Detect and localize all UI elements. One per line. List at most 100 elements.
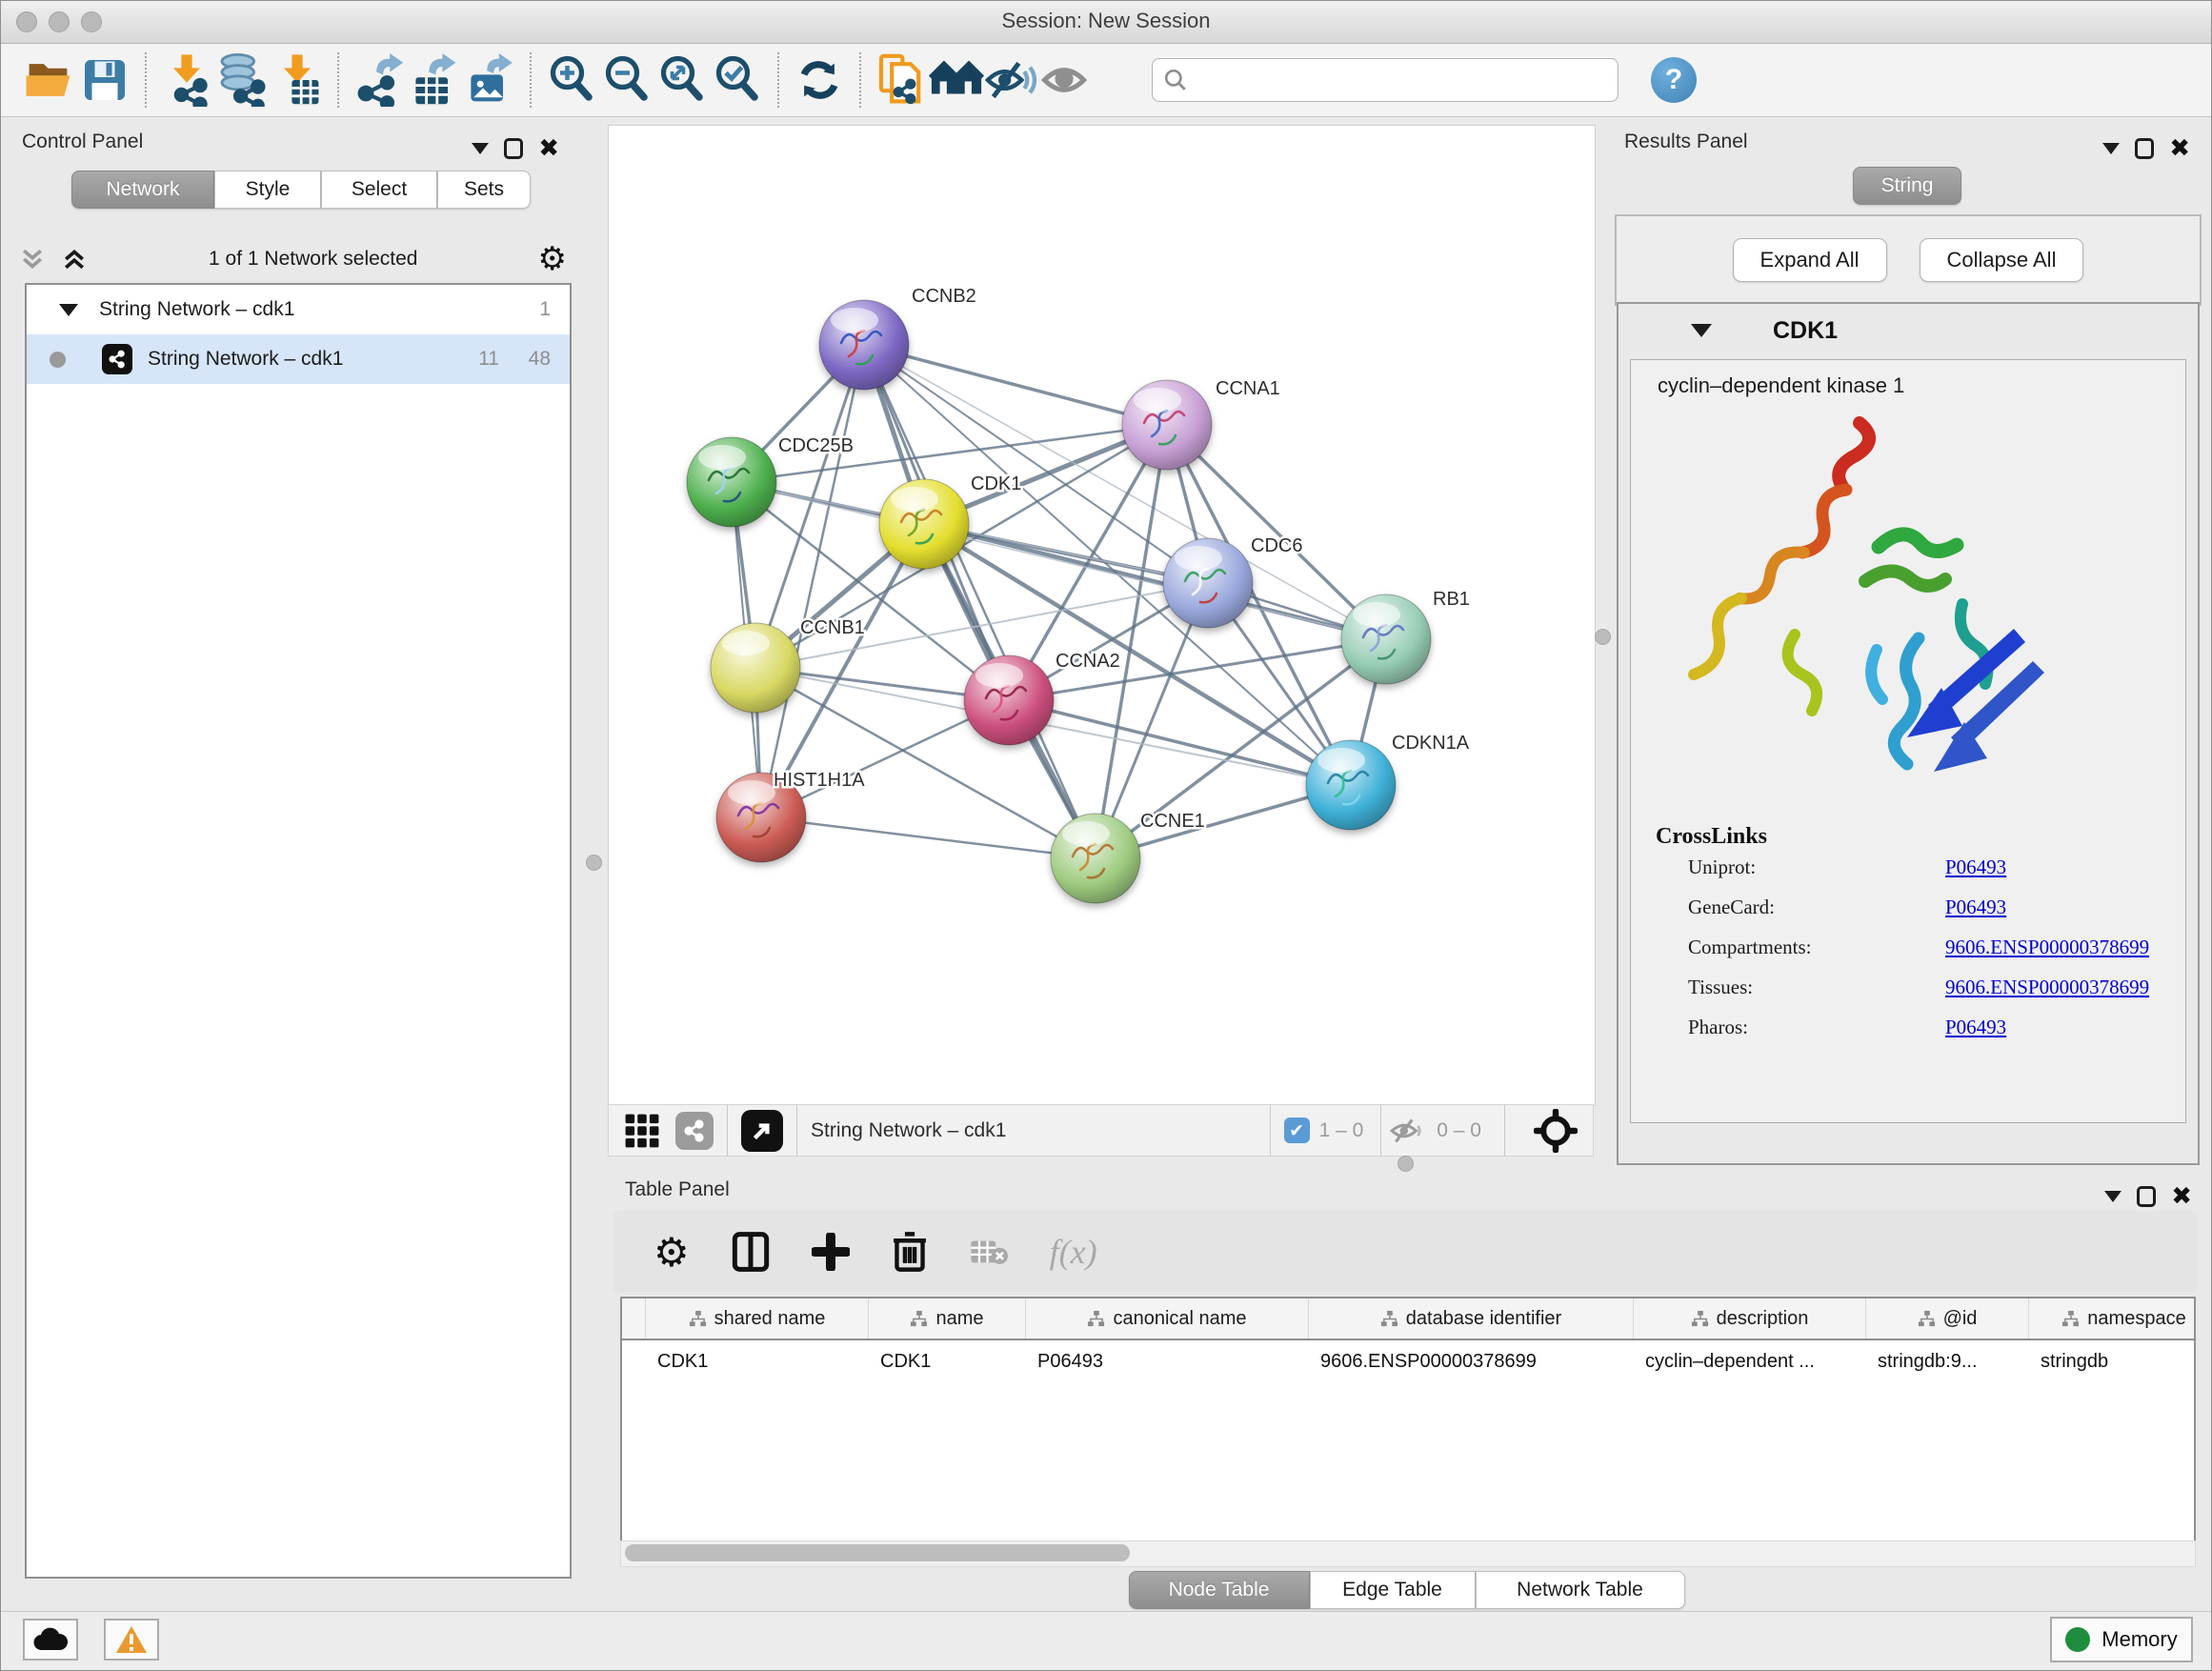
maximize-window-icon[interactable] [81,11,102,32]
export-image-button[interactable] [462,51,517,109]
network-node[interactable] [879,479,969,569]
help-button[interactable]: ? [1651,57,1697,103]
left-splitter-handle[interactable] [586,855,602,871]
open-session-button[interactable] [22,51,77,109]
panel-close-icon[interactable]: ✖ [2171,1186,2192,1207]
network-node[interactable] [1051,814,1140,903]
tree-expander-icon[interactable] [59,304,78,316]
column-header[interactable]: description [1634,1299,1866,1339]
delete-column-icon[interactable] [892,1231,928,1273]
collapse-all-icon[interactable] [18,245,47,273]
fit-selected-crosshair-icon[interactable] [1534,1109,1578,1153]
network-edge[interactable] [864,345,1096,858]
grid-view-icon[interactable] [624,1113,660,1149]
tab-network-table[interactable]: Network Table [1476,1571,1685,1609]
network-edge[interactable] [761,345,864,817]
cloud-status-button[interactable] [23,1619,78,1661]
tab-select[interactable]: Select [321,171,437,209]
table-cell[interactable]: 9606.ENSP00000378699 [1309,1340,1634,1382]
crosslink-compartments[interactable]: 9606.ENSP00000378699 [1945,936,2149,959]
export-network-button[interactable] [352,51,407,109]
table-cell[interactable]: CDK1 [869,1340,1026,1382]
add-column-icon[interactable] [812,1233,850,1271]
network-row[interactable]: String Network – cdk1 11 48 [27,334,570,384]
horizontal-splitter-handle[interactable] [1398,1156,1414,1172]
network-options-gear-icon[interactable]: ⚙ [538,240,567,278]
column-header[interactable]: namespace [2029,1299,2196,1339]
network-node[interactable] [687,437,776,527]
zoom-selected-button[interactable] [710,51,765,109]
crosslink-genecard[interactable]: P06493 [1945,896,2006,919]
window-controls[interactable] [16,11,102,32]
right-splitter-handle[interactable] [1595,629,1611,645]
first-neighbors-button[interactable] [929,51,984,109]
column-header[interactable]: shared name [646,1299,869,1339]
warning-status-button[interactable] [104,1619,159,1661]
tab-style[interactable]: Style [214,171,321,209]
gene-card-header[interactable]: CDK1 [1619,304,2198,357]
panel-undock-icon[interactable] [504,138,523,159]
crosslink-uniprot[interactable]: P06493 [1945,856,2006,879]
crosslink-pharos[interactable]: P06493 [1945,1016,2006,1039]
panel-float-icon[interactable] [2104,1191,2122,1202]
memory-button[interactable]: Memory [2050,1617,2193,1662]
save-session-button[interactable] [77,51,132,109]
network-canvas[interactable]: CCNB2CCNA1CDC25BCDK1CDC6RB1CCNB1CCNA2CDK… [608,125,1596,1106]
column-header[interactable]: database identifier [1309,1299,1634,1339]
network-node[interactable] [1122,380,1212,470]
panel-close-icon[interactable]: ✖ [2169,138,2190,159]
table-cell[interactable]: stringdb:9... [1866,1340,2029,1382]
clone-network-button[interactable] [874,51,929,109]
network-node[interactable] [819,300,909,390]
table-options-gear-icon[interactable]: ⚙ [654,1229,690,1276]
network-node[interactable] [1163,538,1253,628]
birdseye-view-icon[interactable] [741,1110,783,1152]
close-window-icon[interactable] [16,11,37,32]
network-edge[interactable] [761,817,1096,858]
export-table-button[interactable] [407,51,462,109]
tab-node-table[interactable]: Node Table [1129,1571,1310,1609]
show-all-button[interactable] [1039,51,1095,109]
table-cell[interactable]: cyclin–dependent ... [1634,1340,1866,1382]
minimize-window-icon[interactable] [49,11,70,32]
panel-undock-icon[interactable] [2137,1186,2156,1207]
hide-selected-button[interactable] [984,51,1039,109]
panel-close-icon[interactable]: ✖ [538,138,559,159]
table-cell[interactable]: stringdb [2029,1340,2196,1382]
zoom-out-button[interactable] [599,51,654,109]
collapse-all-button[interactable]: Collapse All [1920,238,2084,282]
search-input[interactable] [1152,58,1619,102]
zoom-fit-button[interactable] [654,51,710,109]
zoom-in-button[interactable] [544,51,599,109]
column-header[interactable]: name [869,1299,1026,1339]
panel-float-icon[interactable] [472,143,489,154]
import-network-file-button[interactable] [159,51,214,109]
crosslink-tissues[interactable]: 9606.ENSP00000378699 [1945,976,2149,999]
panel-float-icon[interactable] [2102,143,2120,154]
network-share-icon[interactable] [675,1112,714,1150]
show-columns-icon[interactable] [732,1231,770,1273]
tab-string[interactable]: String [1853,167,1961,205]
network-node[interactable] [964,655,1054,745]
table-row[interactable]: CDK1CDK1P064939606.ENSP00000378699cyclin… [622,1340,2194,1382]
network-node[interactable] [1341,594,1431,684]
import-network-database-button[interactable] [214,51,270,109]
collapse-gene-icon[interactable] [1691,324,1712,337]
table-cell[interactable]: CDK1 [646,1340,869,1382]
tab-edge-table[interactable]: Edge Table [1310,1571,1476,1609]
import-table-button[interactable] [270,51,325,109]
network-node[interactable] [1306,740,1396,830]
network-graph[interactable]: CCNB2CCNA1CDC25BCDK1CDC6RB1CCNB1CCNA2CDK… [609,126,1593,1103]
column-header[interactable]: @id [1866,1299,2029,1339]
table-cell[interactable]: P06493 [1026,1340,1309,1382]
network-node[interactable] [711,623,800,713]
column-header[interactable]: canonical name [1026,1299,1309,1339]
selected-checkbox-icon[interactable]: ✔ [1284,1117,1310,1143]
expand-all-icon[interactable] [60,245,89,273]
expand-all-button[interactable]: Expand All [1733,238,1887,282]
panel-undock-icon[interactable] [2135,138,2154,159]
network-edge[interactable] [755,668,1351,785]
apply-layout-button[interactable] [792,51,847,109]
tab-sets[interactable]: Sets [437,171,531,209]
network-collection-row[interactable]: String Network – cdk1 1 [27,285,570,334]
